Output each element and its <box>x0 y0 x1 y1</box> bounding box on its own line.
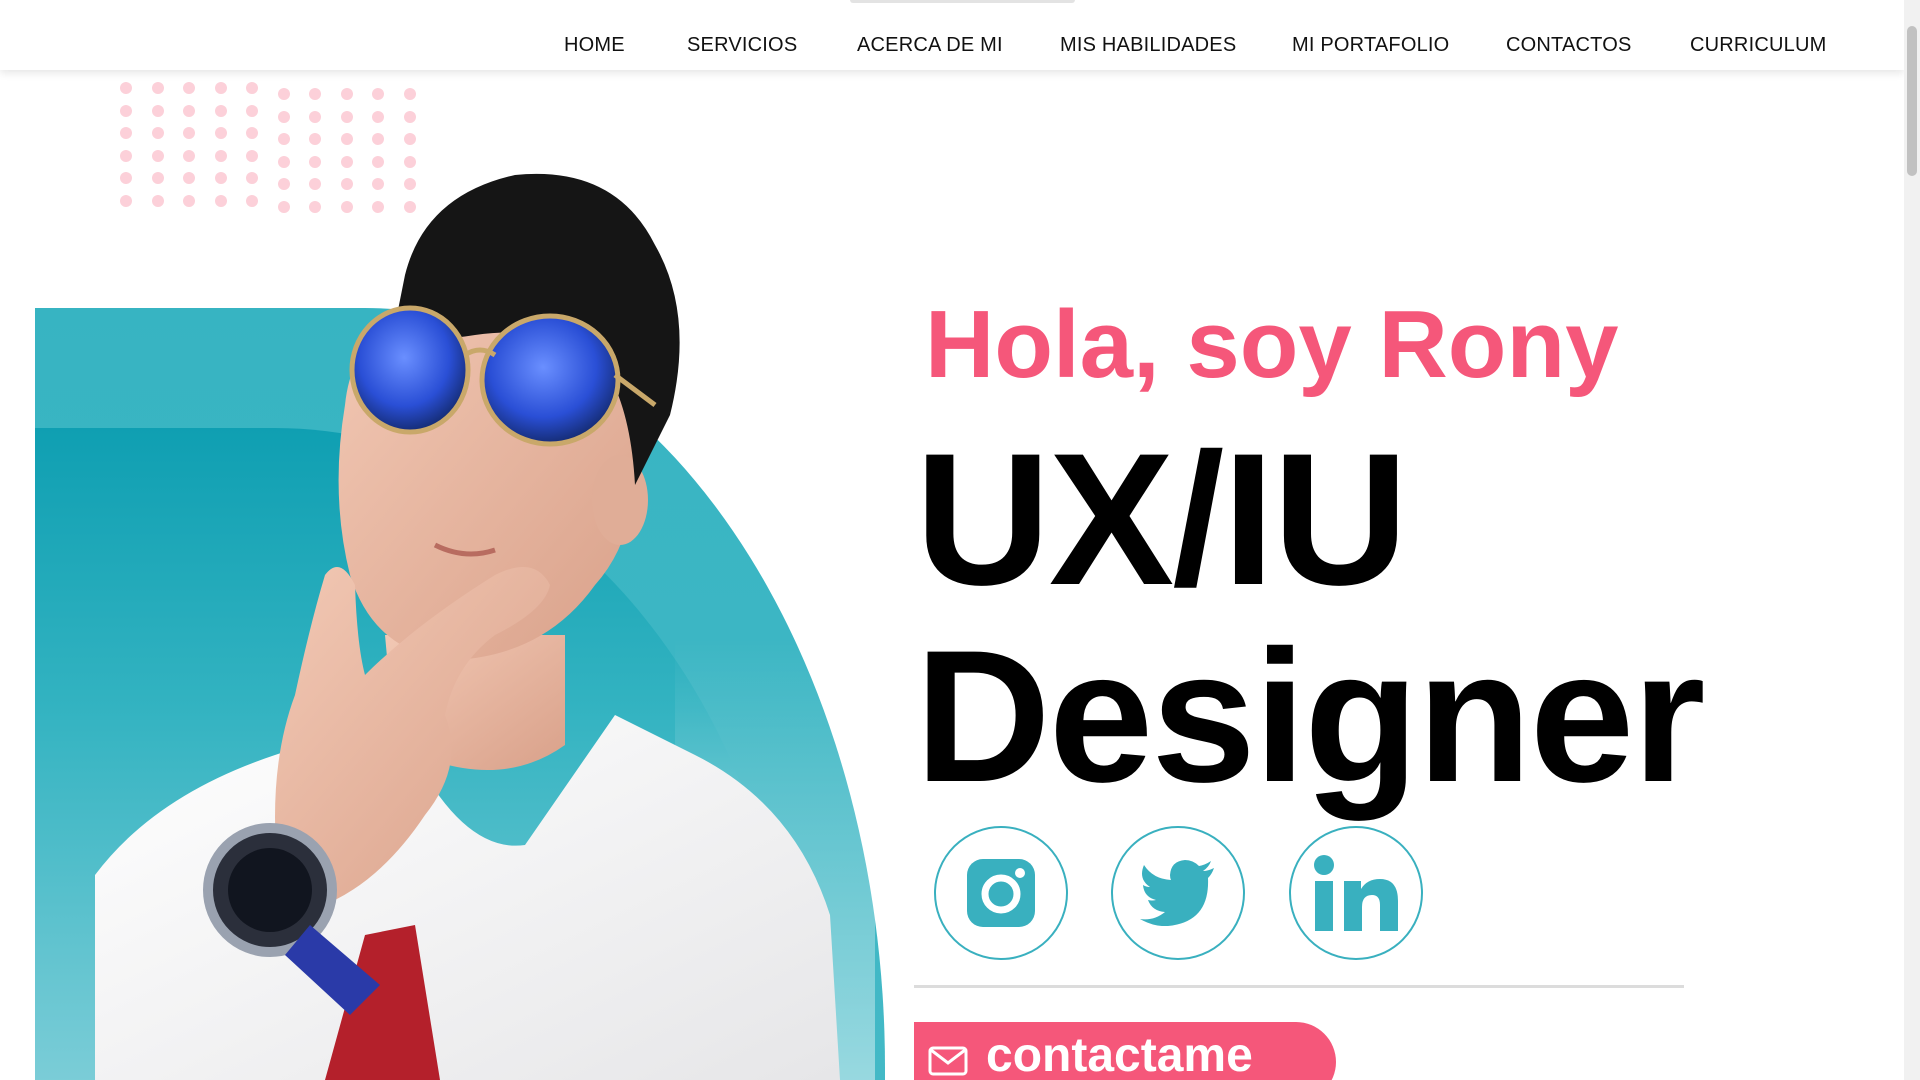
decorative-dot <box>372 110 384 123</box>
scrollbar-thumb[interactable] <box>1907 26 1917 176</box>
decorative-dot <box>277 110 290 123</box>
instagram-button[interactable] <box>934 826 1068 960</box>
linkedin-icon <box>1314 855 1398 931</box>
nav-link-mis-habilidades[interactable]: MIS HABILIDADES <box>1060 34 1236 57</box>
nav-link-curriculum[interactable]: CURRICULUM <box>1690 34 1826 57</box>
decorative-dot <box>309 133 321 145</box>
decorative-dot <box>151 82 164 94</box>
decorative-dot <box>120 127 132 139</box>
contact-button[interactable]: contactame <box>914 1022 1336 1080</box>
decorative-dot <box>214 104 227 117</box>
nav-link-acerca-de-mi[interactable]: ACERCA DE MI <box>857 34 1003 57</box>
nav-link-contactos[interactable]: CONTACTOS <box>1506 34 1632 57</box>
decorative-dot <box>151 127 164 139</box>
decorative-dot <box>214 127 227 139</box>
decorative-dot <box>403 88 416 100</box>
decorative-dot <box>277 133 290 145</box>
decorative-dot <box>277 88 290 100</box>
decorative-dot <box>372 133 384 145</box>
decorative-dot <box>120 82 132 94</box>
instagram-icon <box>967 859 1035 927</box>
linkedin-button[interactable] <box>1289 826 1423 960</box>
twitter-button[interactable] <box>1111 826 1245 960</box>
navbar-accent <box>850 0 1075 3</box>
top-navbar: HOME SERVICIOS ACERCA DE MI MIS HABILIDA… <box>0 0 1904 70</box>
sunglasses-left-lens <box>349 305 471 435</box>
nav-link-servicios[interactable]: SERVICIOS <box>687 34 797 57</box>
decorative-dot <box>151 104 164 117</box>
decorative-dot <box>183 127 195 139</box>
decorative-dot <box>403 133 416 145</box>
decorative-dot <box>183 104 195 117</box>
decorative-dot <box>340 88 353 100</box>
hero-greeting: Hola, soy Rony <box>925 291 1619 398</box>
twitter-icon <box>1140 860 1214 926</box>
nav-link-mi-portafolio[interactable]: MI PORTAFOLIO <box>1292 34 1449 57</box>
decorative-dot <box>246 104 258 117</box>
decorative-dot <box>120 104 132 117</box>
hero-role-line2: Designer <box>915 611 1706 821</box>
decorative-dot <box>340 133 353 145</box>
decorative-dot <box>246 127 258 139</box>
page-scrollbar[interactable] <box>1904 0 1920 1080</box>
hero-divider <box>914 985 1684 988</box>
nav-link-home[interactable]: HOME <box>564 34 625 57</box>
decorative-dot <box>246 82 258 94</box>
hero-role-line1: UX/IU <box>915 414 1408 624</box>
decorative-dot <box>309 110 321 123</box>
contact-button-label: contactame <box>986 1029 1253 1080</box>
profile-portrait <box>95 173 840 1080</box>
decorative-dot <box>340 110 353 123</box>
decorative-dot <box>372 88 384 100</box>
decorative-dot <box>403 110 416 123</box>
decorative-dot <box>183 82 195 94</box>
mail-icon <box>928 1046 968 1076</box>
decorative-dot <box>214 82 227 94</box>
sunglasses-right-lens <box>479 313 621 447</box>
decorative-dot <box>309 88 321 100</box>
